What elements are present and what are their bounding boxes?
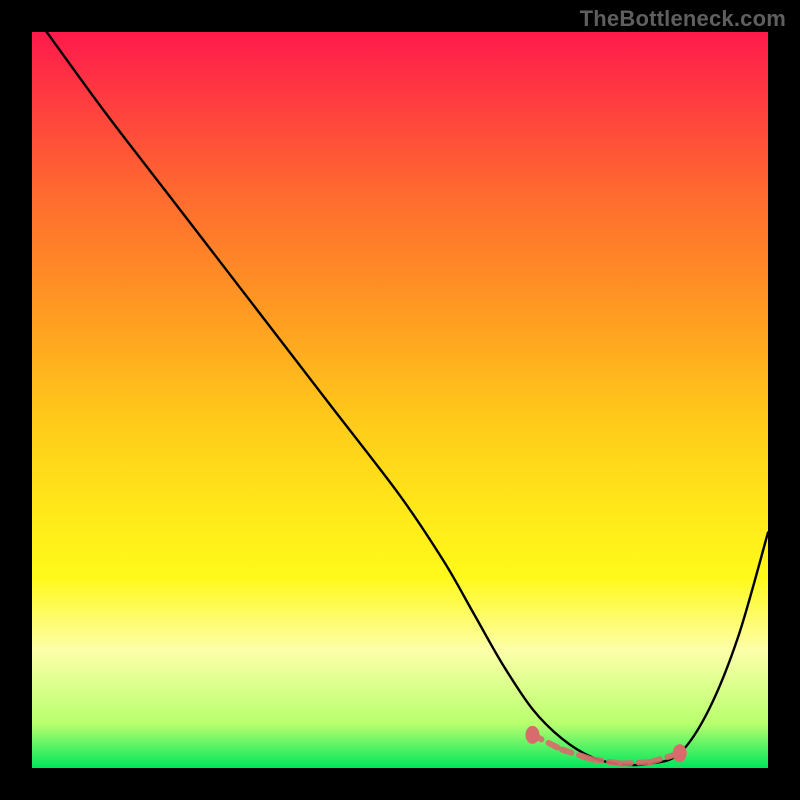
highlight-end-dot — [673, 744, 687, 762]
curve-line — [47, 32, 768, 765]
chart-frame: TheBottleneck.com — [0, 0, 800, 800]
highlight-markers — [525, 726, 686, 764]
highlight-end-dot — [525, 726, 539, 744]
watermark-text: TheBottleneck.com — [580, 6, 786, 32]
chart-overlay — [32, 32, 768, 768]
plot-area — [32, 32, 768, 768]
highlight-segment — [621, 762, 650, 763]
